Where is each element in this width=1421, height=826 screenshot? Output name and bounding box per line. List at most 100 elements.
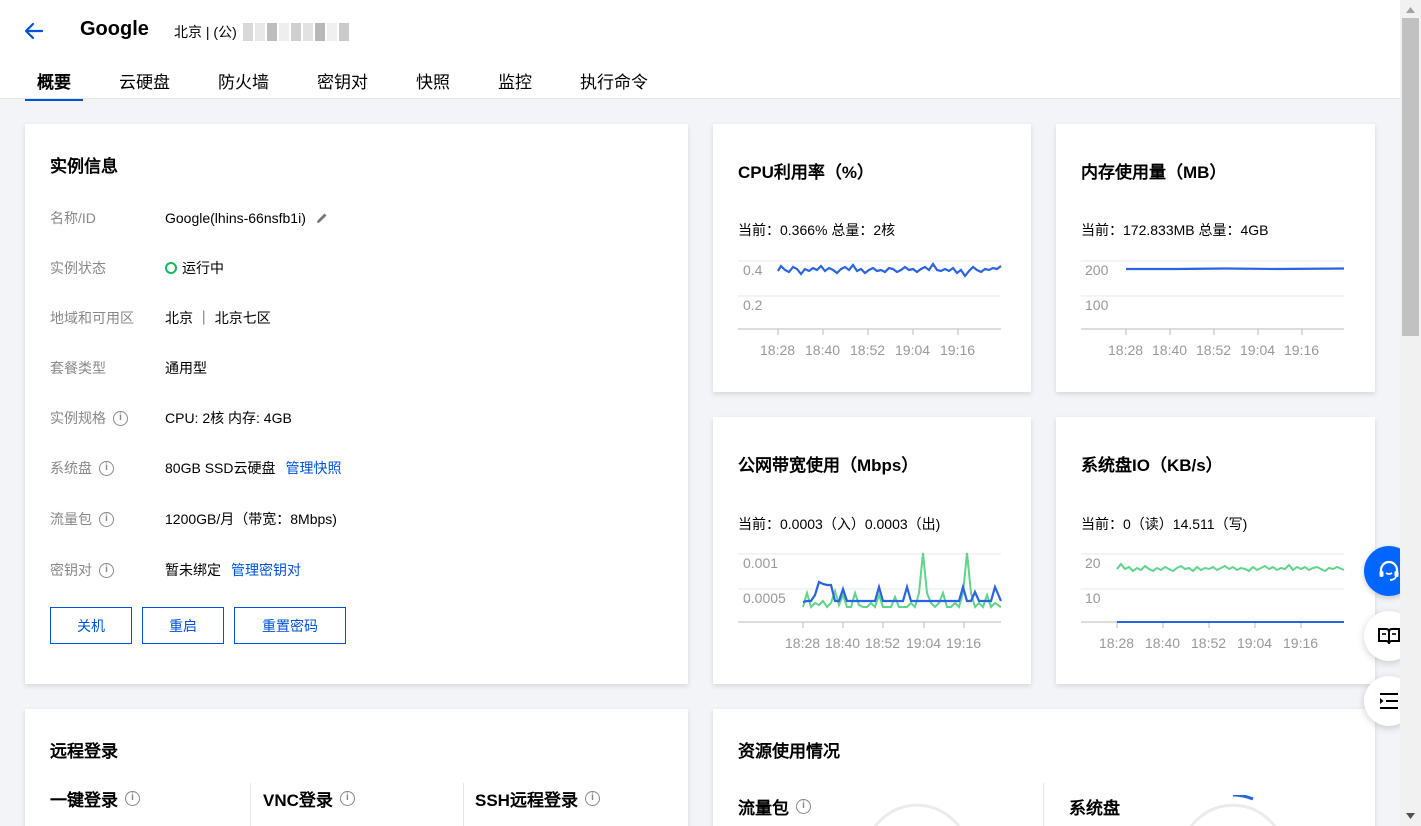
scroll-up-icon[interactable] xyxy=(1400,2,1421,18)
x-tick: 18:28 xyxy=(1108,342,1143,358)
info-row-key-pair: 密钥对 i 暂未绑定 管理密钥对 xyxy=(50,560,301,580)
page-header: Google 北京 | (公) 概要 云硬盘 防火墙 密钥对 快照 监控 执行命… xyxy=(0,0,1400,101)
bandwidth-chart: 0.001 0.0005 18:28 18:40 18:52 19:04 19:… xyxy=(738,552,1003,651)
redacted-ip xyxy=(242,23,351,41)
vnc-login-title: VNC登录 i xyxy=(263,786,355,811)
tab-snapshot[interactable]: 快照 xyxy=(404,68,462,101)
tab-monitor[interactable]: 监控 xyxy=(486,68,544,101)
info-value: 1200GB/月（带宽：8Mbps) xyxy=(165,511,337,527)
manage-key-pair-link[interactable]: 管理密钥对 xyxy=(231,560,301,580)
page-title: Google xyxy=(80,18,149,40)
reset-password-button[interactable]: 重置密码 xyxy=(234,607,346,644)
x-tick: 19:04 xyxy=(1237,635,1272,651)
traffic-gauge xyxy=(873,803,961,826)
tab-key-pair[interactable]: 密钥对 xyxy=(305,68,380,101)
help-icon[interactable]: i xyxy=(339,791,355,806)
manage-snapshot-link[interactable]: 管理快照 xyxy=(285,458,341,478)
instance-subtitle: 北京 | (公) xyxy=(174,22,351,42)
cpu-series-line xyxy=(777,262,1002,278)
y-tick: 100 xyxy=(1085,297,1109,313)
help-icon[interactable]: i xyxy=(99,511,114,527)
ssh-login-title: SSH远程登录 i xyxy=(475,786,600,811)
info-value: CPU: 2核 内存: 4GB xyxy=(165,410,292,426)
x-tick: 19:04 xyxy=(1240,342,1275,358)
info-row-spec: 实例规格 i CPU: 2核 内存: 4GB xyxy=(50,408,292,428)
info-value: Google(lhins-66nsfb1i) xyxy=(165,210,330,226)
page-scrollbar[interactable] xyxy=(1400,0,1421,826)
info-label-text: 系统盘 xyxy=(50,460,92,476)
info-label: 流量包 i xyxy=(50,509,165,529)
back-arrow-icon[interactable] xyxy=(22,19,46,43)
traffic-package-label: 流量包 xyxy=(738,799,789,818)
info-value: 暂未绑定 管理密钥对 xyxy=(165,560,301,580)
x-tick: 18:28 xyxy=(1099,635,1134,651)
disk-io-card: 系统盘IO（KB/s） 当前：0（读）14.511（写) 20 10 18:28… xyxy=(1056,417,1375,684)
x-tick: 19:16 xyxy=(1284,342,1319,358)
cpu-usage-card: CPU利用率（%） 当前：0.366% 总量：2核 0.4 0.2 18:28 … xyxy=(713,124,1031,392)
instance-name: Google(lhins-66nsfb1i) xyxy=(165,210,306,226)
scroll-thumb[interactable] xyxy=(1402,18,1419,336)
help-icon[interactable]: i xyxy=(125,791,140,806)
x-tick: 18:40 xyxy=(825,635,860,651)
tab-run-command[interactable]: 执行命令 xyxy=(568,68,660,101)
x-ticks: 18:28 18:40 18:52 19:04 19:16 xyxy=(785,622,981,651)
y-tick: 0.001 xyxy=(743,555,778,571)
info-row-region: 地域和可用区 北京 ｜ 北京七区 xyxy=(50,308,271,328)
info-row-status: 实例状态 运行中 xyxy=(50,258,224,278)
shutdown-button[interactable]: 关机 xyxy=(50,607,132,644)
help-icon[interactable]: i xyxy=(99,460,114,476)
y-tick: 20 xyxy=(1085,555,1101,571)
x-tick: 18:40 xyxy=(805,342,840,358)
memory-usage-card: 内存使用量（MB） 当前：172.833MB 总量：4GB 200 100 18… xyxy=(1056,124,1375,392)
system-disk-value: 80GB SSD云硬盘 xyxy=(165,460,276,476)
info-row-plan-type: 套餐类型 通用型 xyxy=(50,358,207,378)
x-ticks: 18:28 18:40 18:52 19:04 19:16 xyxy=(1108,329,1319,358)
key-pair-value: 暂未绑定 xyxy=(165,562,221,578)
remote-login-title: 远程登录 xyxy=(50,742,118,761)
info-value: 北京 ｜ 北京七区 xyxy=(165,310,271,326)
y-tick: 0.2 xyxy=(743,297,763,313)
x-tick: 19:04 xyxy=(906,635,941,651)
region-label: 北京 | (公) xyxy=(174,24,237,40)
x-tick: 19:16 xyxy=(1283,635,1318,651)
tab-overview[interactable]: 概要 xyxy=(25,68,83,101)
info-label: 实例规格 i xyxy=(50,408,165,428)
divider xyxy=(463,783,464,826)
help-icon[interactable]: i xyxy=(796,799,811,814)
tab-cloud-disk[interactable]: 云硬盘 xyxy=(107,68,182,101)
edit-pencil-icon[interactable] xyxy=(314,210,330,226)
info-label-text: 实例规格 xyxy=(50,410,106,426)
y-tick: 0.0005 xyxy=(743,590,786,606)
tab-firewall[interactable]: 防火墙 xyxy=(206,68,281,101)
y-tick: 200 xyxy=(1085,262,1109,278)
remote-login-card: 远程登录 一键登录 i VNC登录 i SSH远程登录 i xyxy=(25,709,688,826)
running-status-icon xyxy=(165,262,177,274)
list-indent-icon xyxy=(1380,693,1398,709)
info-row-system-disk: 系统盘 i 80GB SSD云硬盘 管理快照 xyxy=(50,458,341,478)
instance-info-card: 实例信息 名称/ID Google(lhins-66nsfb1i) 实例状态 运… xyxy=(25,124,688,684)
divider xyxy=(250,783,251,826)
memory-series-line xyxy=(1126,267,1345,271)
resource-usage-title: 资源使用情况 xyxy=(738,742,840,761)
x-ticks: 18:28 18:40 18:52 19:04 19:16 xyxy=(1099,622,1318,651)
system-disk-label: 系统盘 xyxy=(1069,799,1120,818)
system-disk-gauge xyxy=(1189,795,1277,826)
info-label-text: 流量包 xyxy=(50,511,92,527)
help-icon[interactable]: i xyxy=(584,791,600,806)
info-label: 密钥对 i xyxy=(50,560,165,580)
restart-button[interactable]: 重启 xyxy=(142,607,224,644)
tab-bar: 概要 云硬盘 防火墙 密钥对 快照 监控 执行命令 xyxy=(25,68,684,101)
info-value: 80GB SSD云硬盘 管理快照 xyxy=(165,458,341,478)
x-tick: 18:52 xyxy=(1196,342,1231,358)
one-click-login-title: 一键登录 i xyxy=(50,786,140,811)
scroll-down-icon[interactable] xyxy=(1400,808,1421,824)
info-row-traffic: 流量包 i 1200GB/月（带宽：8Mbps) xyxy=(50,509,337,529)
help-icon[interactable]: i xyxy=(113,410,128,426)
x-tick: 18:52 xyxy=(1191,635,1226,651)
disk-io-chart: 20 10 18:28 18:40 18:52 19:04 19:16 xyxy=(1081,553,1345,651)
x-tick: 18:28 xyxy=(785,635,820,651)
y-tick: 10 xyxy=(1085,590,1101,606)
help-icon[interactable]: i xyxy=(99,562,114,578)
vnc-login-label: VNC登录 xyxy=(263,791,333,810)
memory-chart: 200 100 18:28 18:40 18:52 19:04 19:16 xyxy=(1081,260,1345,358)
